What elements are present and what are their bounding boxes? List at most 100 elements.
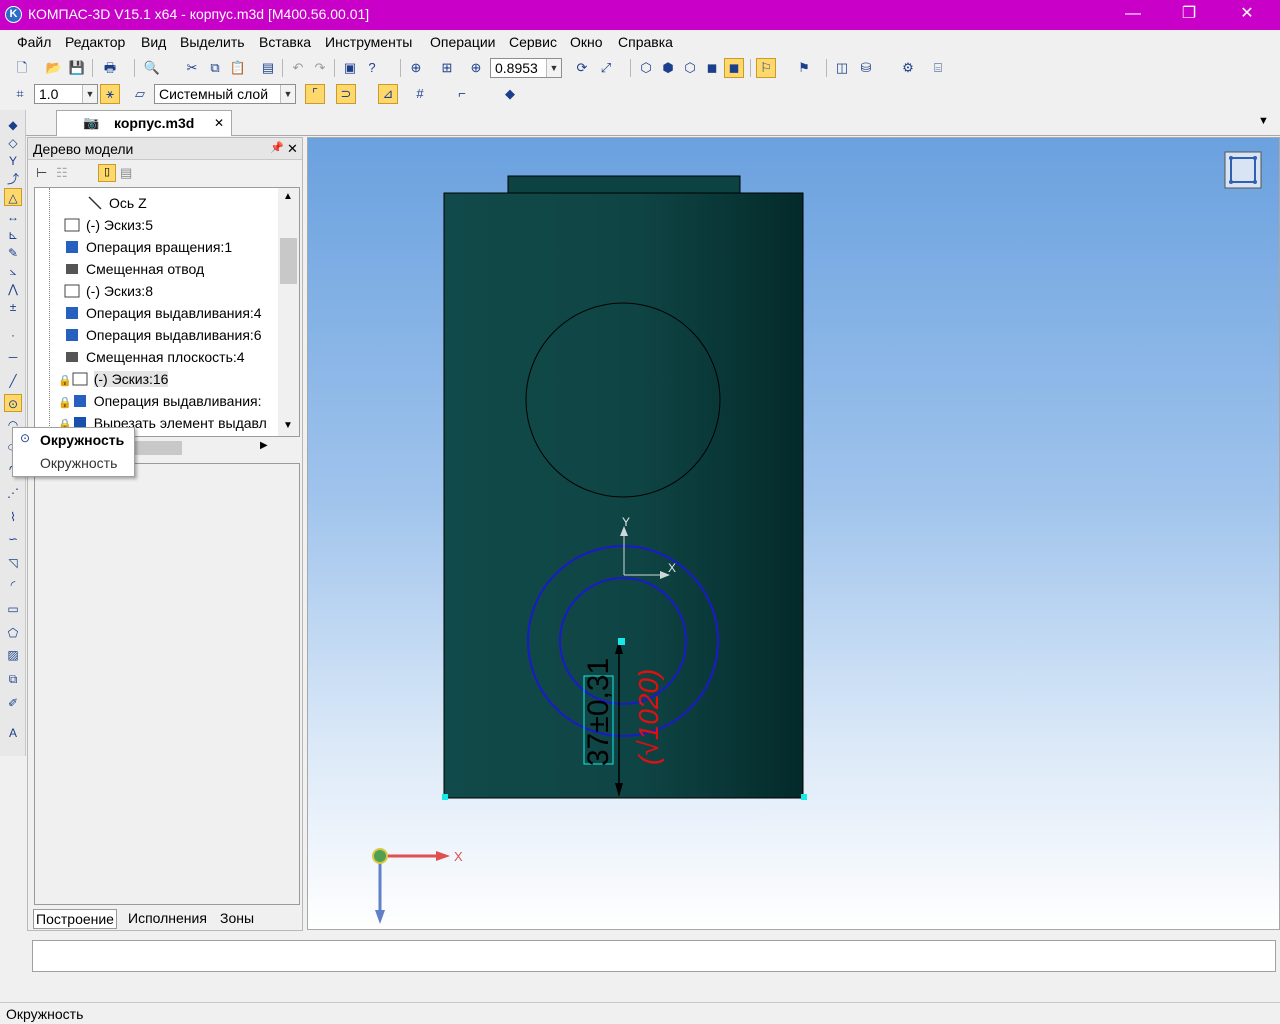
tree-row[interactable]: (-) Эскиз:5: [64, 214, 153, 236]
measure-icon[interactable]: ⚙: [898, 58, 918, 78]
3d-viewport[interactable]: Y X 37±0,31 (√1020) X: [307, 137, 1280, 930]
library-icon[interactable]: ⛁: [856, 58, 876, 78]
pin-icon[interactable]: 📌: [270, 141, 284, 154]
polyline-icon[interactable]: ⋰: [4, 484, 22, 502]
copy-icon[interactable]: ⧉: [205, 58, 225, 78]
new-file-icon[interactable]: 🗋: [12, 58, 32, 78]
menu-operations[interactable]: Операции: [430, 34, 496, 50]
step-combo[interactable]: 1.0 ▼: [34, 84, 98, 104]
vertex-marker[interactable]: [442, 794, 448, 800]
tree-row[interactable]: Ось Z: [87, 192, 147, 214]
filter-icon[interactable]: ⚐: [756, 58, 776, 78]
tree-row[interactable]: Операция выдавливания:4: [64, 302, 262, 324]
select-icon[interactable]: ±: [4, 298, 22, 316]
tree-row[interactable]: Операция вращения:1: [64, 236, 232, 258]
bezier-icon[interactable]: ∽: [4, 530, 22, 548]
layer-icon[interactable]: ▱: [130, 84, 150, 104]
menu-help[interactable]: Справка: [618, 34, 673, 50]
close-button[interactable]: ✕: [1222, 0, 1272, 30]
model-canvas[interactable]: Y X 37±0,31 (√1020) X: [308, 138, 1280, 930]
open-file-icon[interactable]: 📂: [44, 58, 64, 78]
snap-grid-icon[interactable]: ⚹: [100, 84, 120, 104]
save-icon[interactable]: 💾: [67, 58, 87, 78]
tab-zones[interactable]: Зоны: [220, 909, 254, 929]
print-icon[interactable]: 🖶: [100, 58, 120, 78]
menu-window[interactable]: Окно: [570, 34, 603, 50]
solid-icon[interactable]: ◆: [4, 116, 22, 134]
tree-row[interactable]: 🔒 (-) Эскиз:16: [58, 368, 169, 390]
nurbs-icon[interactable]: ⌇: [4, 508, 22, 526]
tab-construction[interactable]: Построение: [33, 909, 117, 929]
zoom-window-icon[interactable]: ⊕: [406, 58, 426, 78]
tree-view-icon[interactable]: ☷: [56, 165, 68, 181]
measure-icon[interactable]: ⋀: [4, 280, 22, 298]
tree-row[interactable]: (-) Эскиз:8: [64, 280, 153, 302]
chevron-down-icon[interactable]: ▼: [280, 85, 295, 103]
tree-mode-icon[interactable]: ▯: [98, 164, 116, 182]
undo-icon[interactable]: ↶: [288, 58, 308, 78]
hidden-lines-icon[interactable]: ⬢: [658, 58, 678, 78]
help-pointer-icon[interactable]: ?: [362, 58, 382, 78]
tab-versions[interactable]: Исполнения: [128, 909, 207, 929]
command-input-line[interactable]: [32, 940, 1276, 972]
scroll-right-icon[interactable]: ▶: [260, 440, 268, 451]
hatch-icon[interactable]: ▨: [4, 646, 22, 664]
text-tool-icon[interactable]: A: [4, 724, 22, 742]
wireframe-icon[interactable]: ⬡: [636, 58, 656, 78]
chevron-down-icon[interactable]: ▼: [82, 85, 97, 103]
cut-icon[interactable]: ✂: [182, 58, 202, 78]
zoom-in-icon[interactable]: ⊕: [466, 58, 486, 78]
vertex-marker[interactable]: [801, 794, 807, 800]
zoom-all-icon[interactable]: ⊞: [437, 58, 457, 78]
orthogonal-icon[interactable]: ⊿: [378, 84, 398, 104]
menu-file[interactable]: Файл: [17, 34, 51, 50]
curves-icon[interactable]: Y: [4, 152, 22, 170]
annotations-icon[interactable]: ⊾: [4, 226, 22, 244]
manager-icon[interactable]: ▣: [340, 58, 360, 78]
document-tab[interactable]: 📷 корпус.m3d ✕: [56, 110, 232, 136]
paint-icon[interactable]: ✐: [4, 694, 22, 712]
geometry-icon[interactable]: △: [4, 188, 22, 206]
dimension-text[interactable]: 37±0,31: [582, 658, 615, 766]
preview-icon[interactable]: 🔍: [142, 58, 162, 78]
parametrize-icon[interactable]: ⦣: [4, 262, 22, 280]
view-orientation-icon[interactable]: [1224, 151, 1262, 189]
menu-view[interactable]: Вид: [141, 34, 166, 50]
surface-icon[interactable]: ◇: [4, 134, 22, 152]
circle-tool-icon[interactable]: ⊙: [4, 394, 22, 412]
rotate-icon[interactable]: ⟳: [572, 58, 592, 78]
point-icon[interactable]: ·: [4, 326, 22, 344]
detail-icon[interactable]: ◫: [832, 58, 852, 78]
close-icon[interactable]: ✕: [214, 116, 224, 130]
thin-lines-icon[interactable]: ⬡: [680, 58, 700, 78]
properties-icon[interactable]: ▤: [258, 58, 278, 78]
minimize-button[interactable]: —: [1108, 0, 1158, 30]
tree-structure-icon[interactable]: ⊢: [36, 165, 47, 181]
copy-geometry-icon[interactable]: ⧉: [4, 670, 22, 688]
orientation-icon[interactable]: ⤢: [596, 58, 616, 78]
rectangle-icon[interactable]: ▭: [4, 600, 22, 618]
layer-combo[interactable]: Системный слой ▼: [154, 84, 296, 104]
view-orientation-icon[interactable]: ◆: [500, 84, 520, 104]
menu-service[interactable]: Сервис: [509, 34, 557, 50]
scroll-down-icon[interactable]: ▼: [283, 420, 293, 431]
menu-select[interactable]: Выделить: [180, 34, 245, 50]
snap-filter-icon[interactable]: ⚑: [794, 58, 814, 78]
halftone-edges-icon[interactable]: ◼: [724, 58, 744, 78]
vertical-scrollbar[interactable]: ▲ ▼: [278, 188, 299, 436]
chamfer-icon[interactable]: ◹: [4, 554, 22, 572]
roughness-text[interactable]: (√1020): [633, 669, 664, 765]
tree-row[interactable]: 🔒 Операция выдавливания:: [58, 390, 262, 412]
sketch-mode-icon[interactable]: ⌜: [305, 84, 325, 104]
spatial-curves-icon[interactable]: ⤴: [4, 170, 22, 188]
maximize-button[interactable]: ❐: [1164, 0, 1214, 30]
report-icon[interactable]: ⌸: [928, 58, 948, 78]
halftone-icon[interactable]: ◼: [702, 58, 722, 78]
tab-menu-icon[interactable]: ▼: [1258, 115, 1269, 127]
tree-filter-icon[interactable]: ▤: [120, 165, 132, 181]
polygon-icon[interactable]: ⬠: [4, 624, 22, 642]
step-cursor-icon[interactable]: ⌗: [10, 84, 30, 104]
ortho-draw-icon[interactable]: ⌐: [452, 84, 472, 104]
menu-insert[interactable]: Вставка: [259, 34, 311, 50]
redo-icon[interactable]: ↷: [310, 58, 330, 78]
